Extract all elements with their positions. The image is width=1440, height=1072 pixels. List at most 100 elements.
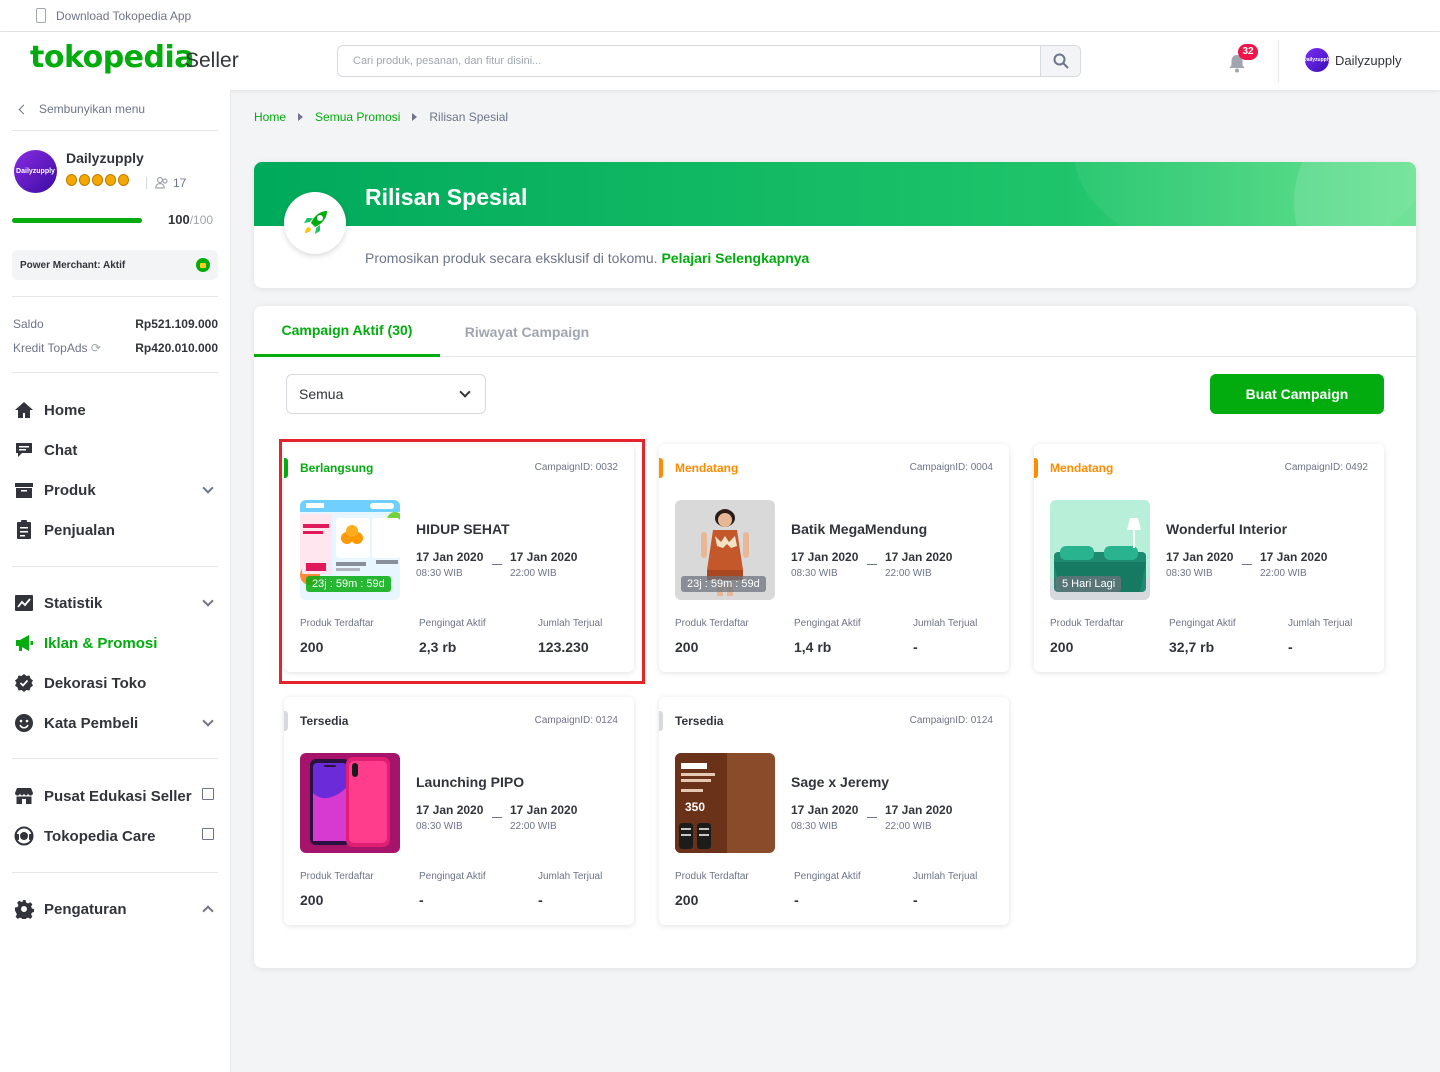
campaign-thumbnail-wrap: 5 Hari Lagi (1050, 500, 1150, 600)
hide-menu-button[interactable]: Sembunyikan menu (18, 102, 145, 116)
campaign-thumbnail-wrap: 23j : 59m : 59d (300, 500, 400, 600)
phone-icon (36, 8, 46, 23)
box-icon (14, 480, 34, 500)
topads-value: Rp420.010.000 (135, 341, 218, 355)
rocket-icon (284, 192, 346, 254)
shop-badge-medals (66, 174, 129, 186)
campaign-thumbnail-wrap: 23j : 59m : 59d (675, 500, 775, 600)
sidebar-item-tokopedia-care[interactable]: Tokopedia Care (14, 824, 218, 848)
search-button[interactable] (1040, 46, 1080, 76)
stat-value-produk: 200 (1050, 639, 1074, 655)
status-indicator (284, 458, 288, 478)
stat-value-produk: 200 (675, 892, 699, 908)
campaign-card[interactable]: Mendatang CampaignID: 0004 23j : 59m : 5… (659, 444, 1009, 672)
date-separator (867, 817, 877, 818)
campaign-thumbnail: 350 (675, 753, 775, 853)
user-menu[interactable]: Dailyzupply Dailyzupply (1303, 48, 1402, 72)
campaign-status: Tersedia (300, 714, 349, 728)
stat-label-pengingat: Pengingat Aktif (419, 871, 486, 882)
sidebar-item-penjualan[interactable]: Penjualan (14, 518, 218, 542)
chevron-down-icon (459, 386, 471, 398)
shop-avatar[interactable]: Dailyzupply (14, 150, 57, 193)
medal-icon (79, 174, 90, 186)
stat-label-pengingat: Pengingat Aktif (794, 871, 861, 882)
search-input[interactable] (338, 46, 1038, 76)
campaign-card[interactable]: Mendatang CampaignID: 0492 5 Hari Lagi W… (1034, 444, 1384, 672)
campaign-card[interactable]: Tersedia CampaignID: 0124 Launching PIPO… (284, 697, 634, 925)
stat-label-produk: Produk Terdaftar (300, 618, 374, 629)
sidebar-item-kata-pembeli[interactable]: Kata Pembeli (14, 711, 218, 735)
breadcrumb-separator-icon (412, 113, 418, 121)
campaign-card[interactable]: Berlangsung CampaignID: 0032 23j : 59m :… (284, 444, 634, 672)
sidebar-item-iklan-promosi[interactable]: Iklan & Promosi (14, 631, 218, 655)
power-merchant-label: Power Merchant: Aktif (20, 259, 126, 271)
score-progress-fill (12, 218, 142, 223)
saldo-value: Rp521.109.000 (135, 317, 218, 331)
end-date: 17 Jan 2020 (1260, 550, 1328, 564)
campaign-card[interactable]: Tersedia CampaignID: 0124 350 Sage x Jer… (659, 697, 1009, 925)
download-app-bar[interactable]: Download Tokopedia App (0, 0, 1440, 32)
sidebar-item-pusat-edukasi[interactable]: Pusat Edukasi Seller (14, 784, 218, 808)
tab-riwayat-campaign[interactable]: Riwayat Campaign (440, 306, 614, 357)
megaphone-icon (14, 633, 34, 653)
breadcrumb-current: Rilisan Spesial (429, 110, 509, 124)
start-time: 08:30 WIB (416, 568, 463, 579)
shop-name[interactable]: Dailyzupply (66, 150, 144, 166)
sidebar-item-label: Chat (44, 441, 78, 459)
campaign-panel: Campaign Aktif (30) Riwayat Campaign Sem… (254, 306, 1416, 968)
tab-campaign-aktif[interactable]: Campaign Aktif (30) (254, 306, 440, 357)
sidebar-item-label: Kata Pembeli (44, 714, 139, 732)
end-time: 22:00 WIB (1260, 568, 1307, 579)
sidebar-item-home[interactable]: Home (14, 398, 218, 422)
page-title: Rilisan Spesial (365, 184, 528, 210)
refresh-icon[interactable]: ⟳ (91, 341, 101, 355)
tokopedia-logo[interactable]: tokopedia (30, 40, 195, 75)
sidebar-item-dekorasi-toko[interactable]: Dekorasi Toko (14, 671, 218, 695)
campaign-name: Launching PIPO (416, 774, 525, 790)
score-value: 100 (168, 212, 190, 227)
power-merchant-status[interactable]: Power Merchant: Aktif (12, 250, 218, 280)
learn-more-link[interactable]: Pelajari Selengkapnya (661, 250, 809, 266)
stat-value-terjual: - (538, 892, 543, 908)
divider (12, 758, 218, 759)
promo-description: Promosikan produk secara eksklusif di to… (365, 250, 809, 266)
header-divider (1278, 40, 1279, 82)
status-filter-value: Semua (299, 386, 344, 402)
user-avatar: Dailyzupply (1303, 48, 1331, 72)
campaign-status: Tersedia (675, 714, 724, 728)
topads-label-wrap: Kredit TopAds ⟳ (13, 341, 101, 355)
chart-icon (14, 593, 34, 613)
logo-seller-text: Seller (185, 49, 239, 72)
headset-icon (14, 826, 34, 846)
campaign-id: CampaignID: 0004 (909, 462, 993, 473)
sidebar-item-statistik[interactable]: Statistik (14, 591, 218, 615)
download-app-link[interactable]: Download Tokopedia App (56, 9, 191, 23)
campaign-name: HIDUP SEHAT (416, 521, 510, 537)
start-time: 08:30 WIB (791, 821, 838, 832)
campaign-name: Wonderful Interior (1166, 521, 1288, 537)
campaign-timer: 23j : 59m : 59d (681, 576, 766, 592)
breadcrumb-semua-promosi[interactable]: Semua Promosi (315, 110, 400, 124)
create-campaign-button[interactable]: Buat Campaign (1210, 374, 1384, 414)
followers-value: 17 (173, 176, 187, 190)
header: tokopedia Seller 32 Dailyzupply Dailyzup… (0, 32, 1440, 90)
divider (12, 296, 218, 297)
sidebar-item-chat[interactable]: Chat (14, 438, 218, 462)
campaign-name: Sage x Jeremy (791, 774, 890, 790)
sidebar-item-pengaturan[interactable]: Pengaturan (14, 897, 218, 921)
divider (12, 130, 218, 131)
svg-text:350: 350 (685, 800, 705, 814)
date-separator (867, 564, 877, 565)
saldo-row[interactable]: Saldo Rp521.109.000 (13, 317, 218, 331)
user-name: Dailyzupply (1335, 52, 1402, 68)
topads-row[interactable]: Kredit TopAds ⟳ Rp420.010.000 (13, 341, 218, 355)
breadcrumb-home[interactable]: Home (254, 110, 286, 124)
stat-value-pengingat: 2,3 rb (419, 639, 457, 655)
sidebar-item-produk[interactable]: Produk (14, 478, 218, 502)
promo-header-banner: Rilisan Spesial (254, 162, 1416, 226)
search-icon (1053, 53, 1069, 69)
campaign-tabs: Campaign Aktif (30) Riwayat Campaign (254, 306, 1416, 357)
status-filter-dropdown[interactable]: Semua (286, 374, 486, 414)
external-link-icon (202, 828, 214, 840)
start-date: 17 Jan 2020 (416, 803, 484, 817)
